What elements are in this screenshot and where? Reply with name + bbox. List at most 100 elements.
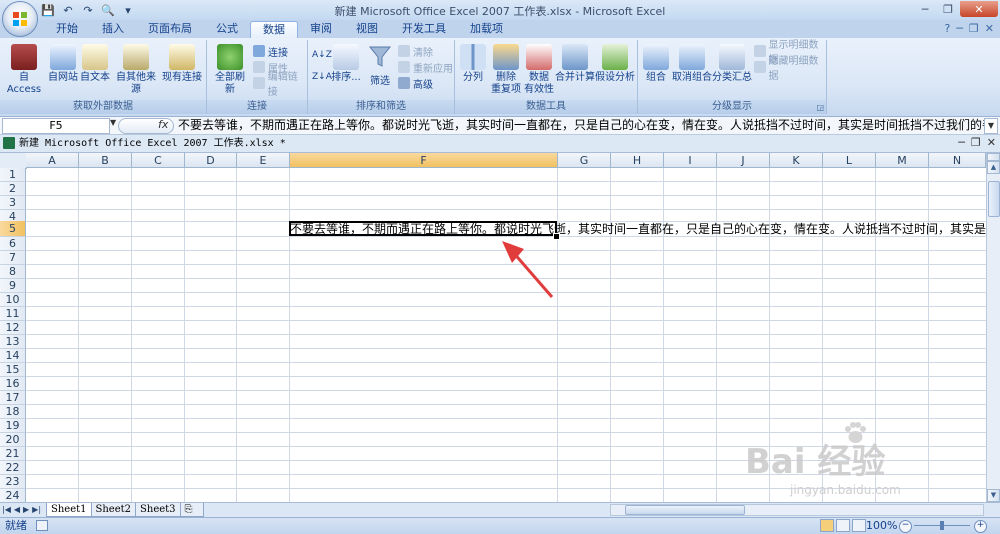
row-header-19[interactable]: 19 xyxy=(0,419,26,433)
column-header-f[interactable]: F xyxy=(290,153,558,168)
ungroup-button[interactable]: 取消组合 xyxy=(672,44,712,84)
tab-review[interactable]: 审阅 xyxy=(298,20,344,38)
row-header-24[interactable]: 24 xyxy=(0,489,26,502)
workbook-restore-icon[interactable]: ❐ xyxy=(969,22,979,35)
column-header-g[interactable]: G xyxy=(558,153,611,168)
sort-button[interactable]: 排序... xyxy=(330,44,362,84)
sheet-tab-sheet2[interactable]: Sheet2 xyxy=(90,503,137,517)
row-header-6[interactable]: 6 xyxy=(0,237,26,251)
from-access-button[interactable]: 自 Access xyxy=(4,44,44,96)
zoom-level[interactable]: 100% xyxy=(866,519,897,533)
tab-page-layout[interactable]: 页面布局 xyxy=(136,20,204,38)
maximize-button[interactable]: ❐ xyxy=(937,1,959,17)
row-header-12[interactable]: 12 xyxy=(0,321,26,335)
column-header-c[interactable]: C xyxy=(132,153,185,168)
scroll-up-icon[interactable]: ▲ xyxy=(987,161,1000,174)
formula-input[interactable]: 不要去等谁，不期而遇正在路上等你。都说时光飞逝，其实时间一直都在，只是自己的心在… xyxy=(178,118,984,132)
data-validation-button[interactable]: 数据 有效性 xyxy=(523,44,555,96)
sheet-tab-sheet1[interactable]: Sheet1 xyxy=(46,503,92,517)
vertical-scrollbar[interactable]: ▲ ▼ xyxy=(986,153,1000,502)
consolidate-button[interactable]: 合并计算 xyxy=(555,44,595,84)
row-header-14[interactable]: 14 xyxy=(0,349,26,363)
row-header-21[interactable]: 21 xyxy=(0,447,26,461)
clear-filter-button[interactable]: 清除 xyxy=(398,44,433,59)
office-button[interactable] xyxy=(2,1,38,37)
customize-qat-icon[interactable]: ▾ xyxy=(120,3,136,18)
group-button[interactable]: 组合 xyxy=(642,44,670,84)
refresh-all-button[interactable]: 全部刷新 xyxy=(211,44,249,96)
next-sheet-icon[interactable]: ▶ xyxy=(23,503,29,517)
sheet-tab-sheet3[interactable]: Sheet3 xyxy=(135,503,181,517)
row-header-16[interactable]: 16 xyxy=(0,377,26,391)
sort-ascending-button[interactable]: A↓Z xyxy=(312,48,332,62)
insert-function-icon[interactable]: fx xyxy=(158,118,168,131)
undo-icon[interactable]: ↶ xyxy=(60,3,76,18)
column-header-i[interactable]: I xyxy=(664,153,717,168)
row-header-1[interactable]: 1 xyxy=(0,168,26,182)
advanced-filter-button[interactable]: 高级 xyxy=(398,76,433,91)
column-header-m[interactable]: M xyxy=(876,153,929,168)
name-box[interactable]: F5 xyxy=(2,118,110,134)
column-header-h[interactable]: H xyxy=(611,153,664,168)
tab-formulas[interactable]: 公式 xyxy=(204,20,250,38)
row-header-8[interactable]: 8 xyxy=(0,265,26,279)
zoom-slider-thumb[interactable] xyxy=(940,521,944,530)
from-text-button[interactable]: 自文本 xyxy=(80,44,110,84)
formula-bar-expand-icon[interactable]: ▼ xyxy=(984,118,998,134)
tab-home[interactable]: 开始 xyxy=(44,20,90,38)
zoom-in-button[interactable]: + xyxy=(974,520,987,533)
sort-descending-button[interactable]: Z↓A xyxy=(312,70,332,84)
normal-view-icon[interactable] xyxy=(820,519,834,532)
macro-recording-icon[interactable] xyxy=(36,520,48,531)
column-header-a[interactable]: A xyxy=(26,153,79,168)
last-sheet-icon[interactable]: ▶| xyxy=(32,503,41,517)
row-header-18[interactable]: 18 xyxy=(0,405,26,419)
row-header-13[interactable]: 13 xyxy=(0,335,26,349)
column-header-n[interactable]: N xyxy=(929,153,986,168)
worksheet-grid[interactable]: A B C D E F G H I J K L M N 1 2 3 4 5 6 … xyxy=(0,153,986,502)
tab-insert[interactable]: 插入 xyxy=(90,20,136,38)
existing-connections-button[interactable]: 现有连接 xyxy=(162,44,202,84)
column-header-d[interactable]: D xyxy=(185,153,237,168)
row-header-17[interactable]: 17 xyxy=(0,391,26,405)
redo-icon[interactable]: ↷ xyxy=(80,3,96,18)
tab-data[interactable]: 数据 xyxy=(250,21,298,39)
select-all-corner[interactable] xyxy=(0,153,27,169)
insert-sheet-icon[interactable]: ⎘ xyxy=(179,503,204,517)
page-layout-view-icon[interactable] xyxy=(836,519,850,532)
reapply-button[interactable]: 重新应用 xyxy=(398,60,453,75)
row-header-22[interactable]: 22 xyxy=(0,461,26,475)
from-web-button[interactable]: 自网站 xyxy=(46,44,80,84)
row-header-2[interactable]: 2 xyxy=(0,182,26,196)
print-preview-icon[interactable]: 🔍 xyxy=(100,3,116,18)
from-other-sources-button[interactable]: 自其他来源 xyxy=(112,44,160,96)
tab-add-ins[interactable]: 加载项 xyxy=(458,20,515,38)
workbook-close-icon[interactable]: ✕ xyxy=(985,22,994,35)
first-sheet-icon[interactable]: |◀ xyxy=(2,503,11,517)
column-header-j[interactable]: J xyxy=(717,153,770,168)
workbook-minimize-icon[interactable]: ─ xyxy=(956,22,963,35)
row-header-20[interactable]: 20 xyxy=(0,433,26,447)
tab-view[interactable]: 视图 xyxy=(344,20,390,38)
column-header-l[interactable]: L xyxy=(823,153,876,168)
horizontal-scroll-thumb[interactable] xyxy=(625,505,745,515)
subtotal-button[interactable]: 分类汇总 xyxy=(712,44,752,84)
minimize-button[interactable]: ─ xyxy=(914,1,936,17)
edit-links-button[interactable]: 编辑链接 xyxy=(253,72,307,98)
column-header-b[interactable]: B xyxy=(79,153,132,168)
close-button[interactable]: ✕ xyxy=(960,1,998,17)
name-box-dropdown-icon[interactable]: ▼ xyxy=(110,118,118,127)
row-header-7[interactable]: 7 xyxy=(0,251,26,265)
wb-close-icon[interactable]: ✕ xyxy=(987,136,996,149)
row-header-10[interactable]: 10 xyxy=(0,293,26,307)
outline-dialog-launcher-icon[interactable]: ◲ xyxy=(816,103,824,112)
help-icon[interactable]: ? xyxy=(944,22,950,35)
scroll-down-icon[interactable]: ▼ xyxy=(987,489,1000,502)
split-box-icon[interactable] xyxy=(987,153,1000,161)
filter-button[interactable]: 筛选 xyxy=(366,44,394,88)
hide-detail-button[interactable]: 隐藏明细数据 xyxy=(754,56,826,82)
connections-button[interactable]: 连接 xyxy=(253,44,288,59)
wb-restore-icon[interactable]: ❐ xyxy=(971,136,981,149)
active-cell-border[interactable] xyxy=(289,221,557,236)
row-header-23[interactable]: 23 xyxy=(0,475,26,489)
